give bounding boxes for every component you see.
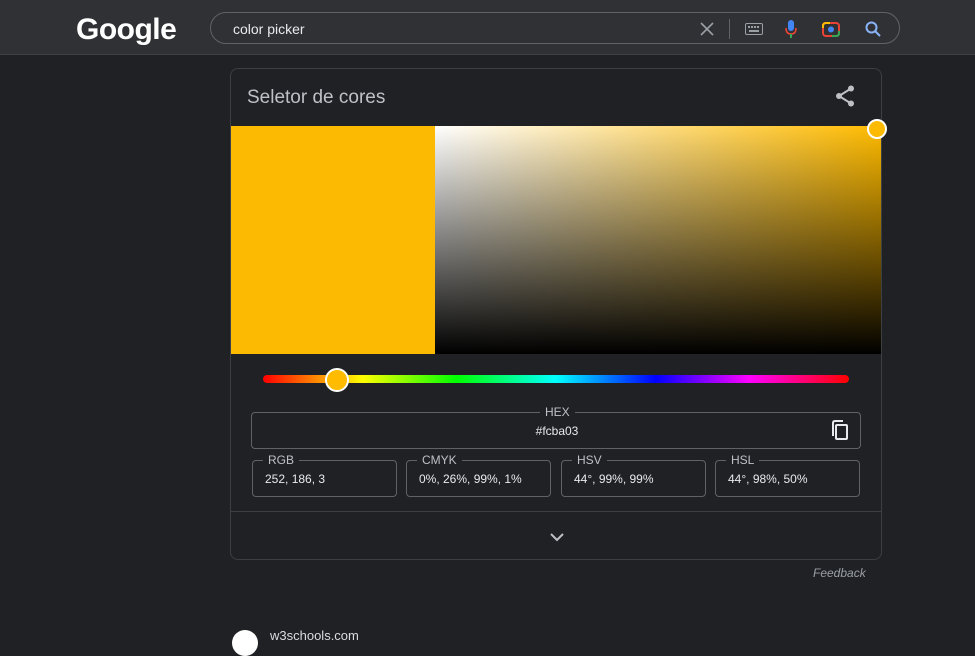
search-box[interactable] [210, 12, 900, 44]
hex-field[interactable]: HEX #fcba03 [251, 405, 862, 449]
hsl-label: HSL [726, 453, 760, 467]
hsl-field[interactable]: HSL 44°, 98%, 50% [715, 453, 860, 497]
color-picker-card: Seletor de cores HEX #fcba03 RGB 252, 18… [230, 68, 887, 560]
site-favicon [232, 630, 258, 656]
card-divider [231, 511, 881, 512]
chevron-down-icon[interactable] [547, 527, 567, 547]
share-icon[interactable] [833, 83, 857, 109]
card-title: Seletor de cores [247, 87, 386, 108]
cmyk-label: CMYK [417, 453, 462, 467]
search-divider [729, 19, 730, 39]
result-site-name[interactable]: w3schools.com [270, 628, 359, 643]
lens-icon[interactable] [821, 19, 841, 39]
hex-label: HEX [540, 405, 575, 419]
color-preview-swatch [231, 126, 435, 354]
close-icon[interactable] [697, 19, 717, 39]
keyboard-icon[interactable] [744, 19, 764, 39]
hsv-value[interactable]: 44°, 99%, 99% [574, 472, 654, 486]
hsv-field[interactable]: HSV 44°, 99%, 99% [561, 453, 706, 497]
copy-icon[interactable] [830, 420, 850, 442]
mic-icon[interactable] [781, 19, 801, 39]
feedback-link[interactable]: Feedback [813, 566, 866, 580]
rgb-value[interactable]: 252, 186, 3 [265, 472, 325, 486]
hex-value[interactable]: #fcba03 [252, 424, 862, 438]
search-input[interactable] [231, 19, 675, 39]
hue-slider[interactable] [263, 375, 849, 383]
hsl-value[interactable]: 44°, 98%, 50% [728, 472, 808, 486]
cmyk-value[interactable]: 0%, 26%, 99%, 1% [419, 472, 522, 486]
saturation-handle[interactable] [867, 119, 887, 139]
saturation-value-area[interactable] [435, 126, 881, 354]
google-logo[interactable]: Google [76, 13, 177, 47]
rgb-label: RGB [263, 453, 300, 467]
hsv-label: HSV [572, 453, 607, 467]
cmyk-field[interactable]: CMYK 0%, 26%, 99%, 1% [406, 453, 551, 497]
search-icon[interactable] [863, 19, 883, 39]
top-bar: Google [0, 0, 975, 55]
hue-slider-handle[interactable] [325, 368, 349, 392]
rgb-field[interactable]: RGB 252, 186, 3 [252, 453, 397, 497]
